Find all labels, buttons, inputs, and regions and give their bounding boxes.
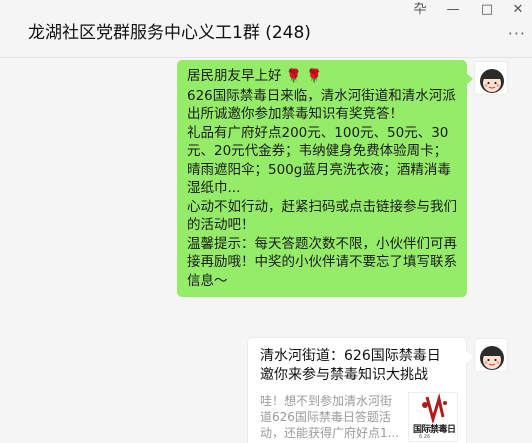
more-options-icon[interactable]: ···	[508, 26, 526, 42]
greeting-text: 居民朋友早上好	[187, 68, 282, 84]
close-icon[interactable]: ✕	[507, 2, 529, 18]
link-card-thumbnail: 国际禁毒日 6.26	[408, 392, 458, 442]
thumbnail-date: 6.26	[419, 434, 431, 440]
message-body: 626国际禁毒日来临，清水河街道和清水河派出所诚邀你参加禁毒知识有奖竞答！ 礼品…	[187, 87, 457, 289]
message-bubble-text[interactable]: 居民朋友早上好 🌹 🌹 626国际禁毒日来临，清水河街道和清水河派出所诚邀你参加…	[177, 60, 473, 297]
chat-header: 龙湖社区党群服务中心义工1群 (248) 卆 — □ ✕ ···	[0, 0, 532, 58]
maximize-icon[interactable]: □	[476, 2, 498, 18]
rose-emoji-icon: 🌹 🌹	[285, 69, 323, 84]
pin-icon[interactable]: 卆	[409, 2, 431, 18]
message-greeting: 居民朋友早上好 🌹 🌹	[187, 67, 457, 87]
avatar-cartoon-icon	[480, 69, 504, 93]
link-card-title: 清水河街道：626国际禁毒日邀你来参与禁毒知识大挑战	[260, 348, 441, 383]
sender-avatar-2[interactable]	[474, 338, 508, 372]
anti-drug-logo-icon	[422, 393, 447, 425]
chat-title: 龙湖社区党群服务中心义工1群 (248)	[28, 23, 311, 43]
link-card[interactable]: 清水河街道：626国际禁毒日邀你来参与禁毒知识大挑战 哇！想不到参加清水河街道6…	[247, 337, 473, 443]
avatar-cartoon-icon-2	[480, 346, 504, 370]
link-card-description: 哇！想不到参加清水河街道626国际禁毒日答题活动，还能获得广府好点1...	[260, 394, 400, 440]
sender-avatar[interactable]	[474, 61, 508, 95]
minimize-icon[interactable]: —	[442, 2, 464, 18]
